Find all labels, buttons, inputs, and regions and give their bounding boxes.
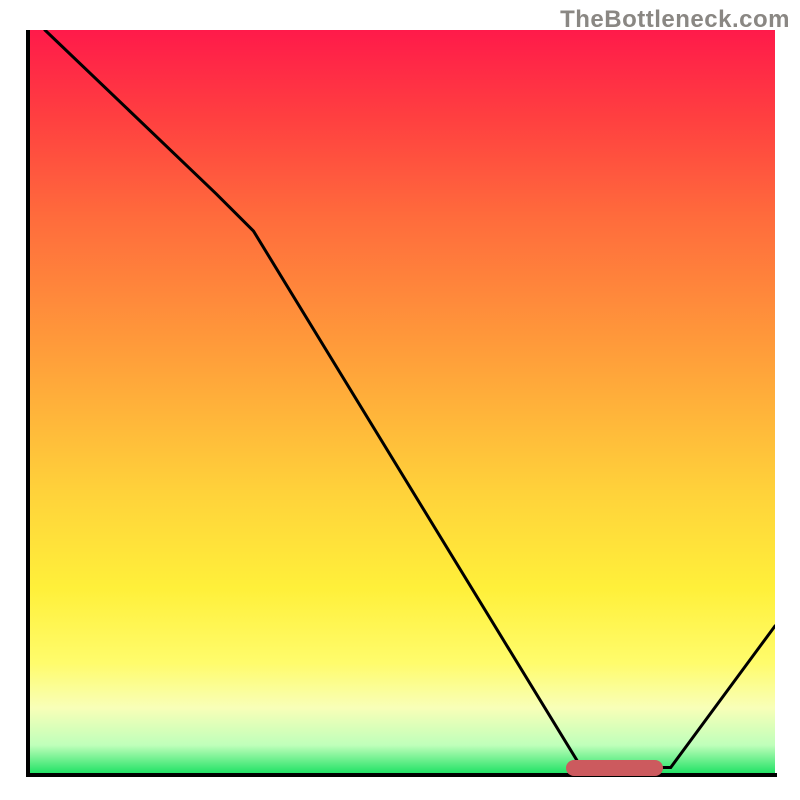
chart-container: TheBottleneck.com <box>0 0 800 800</box>
curve-path <box>45 30 775 768</box>
line-series <box>30 30 775 775</box>
optimal-range-marker <box>566 760 663 776</box>
